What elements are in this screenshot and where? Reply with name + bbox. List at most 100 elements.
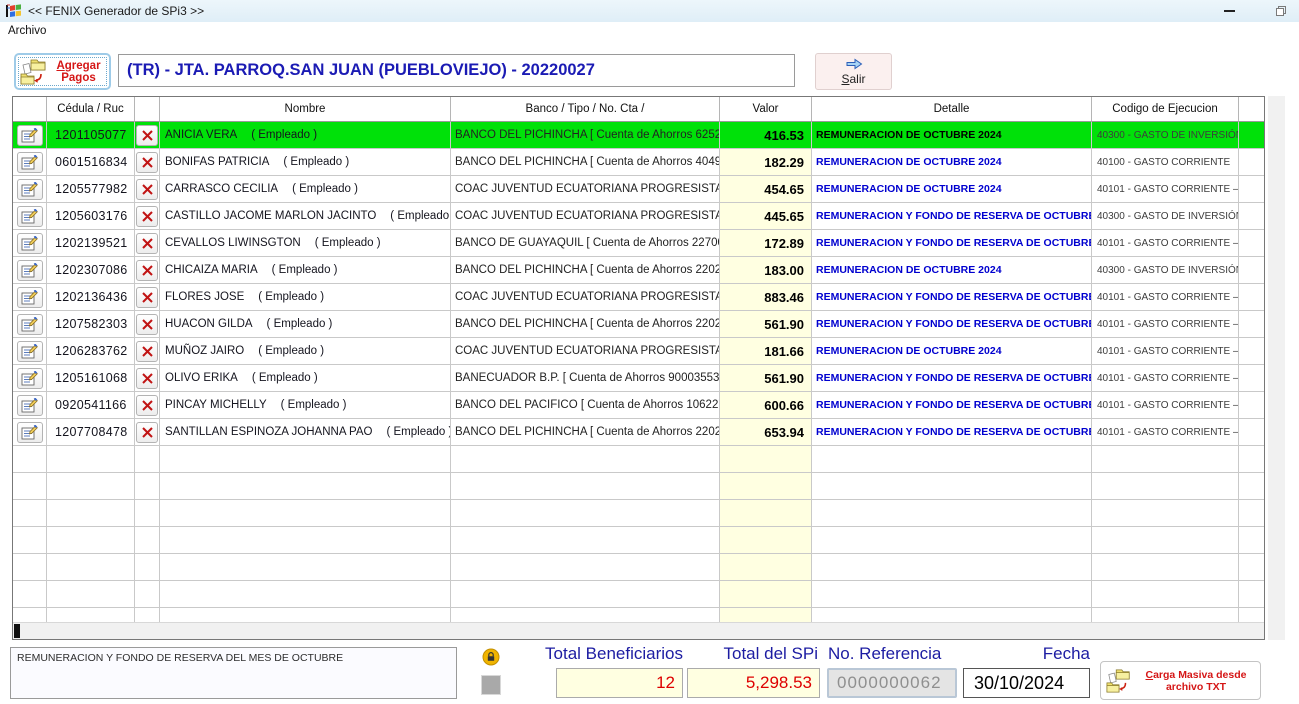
delete-row-button[interactable] — [136, 422, 158, 443]
table-row[interactable]: 1202139521 CEVALLOS LIWINSGTON ( Emplead… — [13, 230, 1264, 257]
filler-cell — [1239, 392, 1264, 419]
agregar-pagos-button[interactable]: Agregar Pagos — [14, 53, 111, 90]
table-row[interactable]: 1202136436 FLORES JOSE ( Empleado ) COAC… — [13, 284, 1264, 311]
edit-icon — [21, 128, 38, 143]
valor-cell: 416.53 — [720, 122, 812, 149]
edit-icon — [21, 317, 38, 332]
horizontal-scrollbar[interactable] — [13, 622, 1265, 639]
table-row[interactable]: 1205603176 CASTILLO JACOME MARLON JACINT… — [13, 203, 1264, 230]
delete-row-button[interactable] — [136, 260, 158, 281]
detalle-cell: REMUNERACION DE OCTUBRE 2024 — [812, 338, 1092, 365]
filler-cell — [1239, 338, 1264, 365]
delete-row-button[interactable] — [136, 287, 158, 308]
edit-row-button[interactable] — [17, 287, 43, 308]
lock-button[interactable] — [482, 648, 500, 666]
cedula-cell: 1205577982 — [47, 176, 135, 203]
delete-row-button[interactable] — [136, 395, 158, 416]
banco-cell: COAC JUVENTUD ECUATORIANA PROGRESISTA LT… — [451, 176, 720, 203]
table-row[interactable]: 0601516834 BONIFAS PATRICIA ( Empleado )… — [13, 149, 1264, 176]
cedula-cell: 0601516834 — [47, 149, 135, 176]
table-row[interactable]: 1205161068 OLIVO ERIKA ( Empleado ) BANE… — [13, 365, 1264, 392]
codigo-cell: 40101 - GASTO CORRIENTE – SUELDOS — [1092, 392, 1239, 419]
horizontal-scrollbar-thumb[interactable] — [14, 624, 20, 638]
header-cedula: Cédula / Ruc — [47, 97, 135, 122]
detalle-cell: REMUNERACION Y FONDO DE RESERVA DE OCTUB… — [812, 311, 1092, 338]
minimize-button[interactable] — [1208, 0, 1250, 22]
detalle-cell: REMUNERACION Y FONDO DE RESERVA DE OCTUB… — [812, 230, 1092, 257]
carga-masiva-label: Carga Masiva desde archivo TXT — [1137, 669, 1255, 693]
delete-row-button[interactable] — [136, 341, 158, 362]
edit-icon — [21, 425, 38, 440]
edit-icon — [21, 398, 38, 413]
exit-arrow-icon — [844, 57, 864, 71]
delete-row-button[interactable] — [136, 368, 158, 389]
delete-row-button[interactable] — [136, 152, 158, 173]
table-row[interactable]: 1207582303 HUACON GILDA ( Empleado ) BAN… — [13, 311, 1264, 338]
delete-cell — [135, 203, 160, 230]
fecha-field[interactable]: 30/10/2024 — [963, 668, 1090, 698]
valor-cell: 445.65 — [720, 203, 812, 230]
edit-row-button[interactable] — [17, 233, 43, 254]
tipo-text: ( Empleado ) — [390, 210, 451, 222]
restore-icon — [1275, 5, 1287, 17]
header-filler — [1239, 97, 1264, 122]
table-row[interactable]: 1206283762 MUÑOZ JAIRO ( Empleado ) COAC… — [13, 338, 1264, 365]
nombre-text: CASTILLO JACOME MARLON JACINTO — [165, 210, 376, 222]
delete-row-button[interactable] — [136, 314, 158, 335]
edit-row-button[interactable] — [17, 125, 43, 146]
detalle-cell: REMUNERACION DE OCTUBRE 2024 — [812, 122, 1092, 149]
edit-row-button[interactable] — [17, 341, 43, 362]
valor-cell: 883.46 — [720, 284, 812, 311]
edit-cell — [13, 365, 47, 392]
edit-row-button[interactable] — [17, 206, 43, 227]
header-edit-col — [13, 97, 47, 122]
menu-archivo[interactable]: Archivo — [0, 25, 54, 37]
delete-cell — [135, 122, 160, 149]
edit-icon — [21, 209, 38, 224]
tipo-text: ( Empleado ) — [292, 183, 358, 195]
table-row[interactable]: 1207708478 SANTILLAN ESPINOZA JOHANNA PA… — [13, 419, 1264, 446]
referencia-field[interactable]: 0000000062 — [827, 668, 957, 698]
banco-cell: BANCO DEL PICHINCHA [ Cuenta de Ahorros … — [451, 257, 720, 284]
filler-cell — [1239, 311, 1264, 338]
edit-row-button[interactable] — [17, 368, 43, 389]
nombre-cell: PINCAY MICHELLY ( Empleado ) — [160, 392, 451, 419]
nombre-cell: FLORES JOSE ( Empleado ) — [160, 284, 451, 311]
salir-button[interactable]: Salir — [815, 53, 892, 90]
description-field[interactable]: REMUNERACION Y FONDO DE RESERVA DEL MES … — [10, 647, 457, 699]
carga-masiva-button[interactable]: Carga Masiva desde archivo TXT — [1100, 661, 1261, 700]
delete-icon — [141, 129, 154, 142]
color-swatch-button[interactable] — [481, 675, 501, 695]
window-title: << FENIX Generador de SPi3 >> — [28, 4, 204, 18]
nombre-cell: CARRASCO CECILIA ( Empleado ) — [160, 176, 451, 203]
edit-row-button[interactable] — [17, 395, 43, 416]
filler-cell — [1239, 257, 1264, 284]
detalle-cell: REMUNERACION Y FONDO DE RESERVA DE OCTUB… — [812, 392, 1092, 419]
nombre-cell: MUÑOZ JAIRO ( Empleado ) — [160, 338, 451, 365]
edit-row-button[interactable] — [17, 179, 43, 200]
valor-cell: 454.65 — [720, 176, 812, 203]
nombre-cell: CHICAIZA MARIA ( Empleado ) — [160, 257, 451, 284]
nombre-text: BONIFAS PATRICIA — [165, 156, 269, 168]
edit-row-button[interactable] — [17, 260, 43, 281]
detalle-cell: REMUNERACION DE OCTUBRE 2024 — [812, 257, 1092, 284]
total-spi-value: 5,298.53 — [687, 668, 820, 698]
delete-icon — [141, 210, 154, 223]
empty-table-row — [13, 473, 1264, 500]
table-row[interactable]: 1205577982 CARRASCO CECILIA ( Empleado )… — [13, 176, 1264, 203]
edit-row-button[interactable] — [17, 422, 43, 443]
edit-row-button[interactable] — [17, 152, 43, 173]
delete-row-button[interactable] — [136, 179, 158, 200]
empty-table-row — [13, 446, 1264, 473]
vertical-scrollbar[interactable] — [1268, 96, 1285, 640]
edit-row-button[interactable] — [17, 314, 43, 335]
delete-row-button[interactable] — [136, 233, 158, 254]
table-row[interactable]: 1202307086 CHICAIZA MARIA ( Empleado ) B… — [13, 257, 1264, 284]
restore-button[interactable] — [1260, 0, 1299, 22]
table-row[interactable]: 1201105077 ANICIA VERA ( Empleado ) BANC… — [13, 122, 1264, 149]
table-row[interactable]: 0920541166 PINCAY MICHELLY ( Empleado ) … — [13, 392, 1264, 419]
banco-cell: BANECUADOR B.P. [ Cuenta de Ahorros 9000… — [451, 365, 720, 392]
empty-table-row — [13, 554, 1264, 581]
delete-row-button[interactable] — [136, 125, 158, 146]
delete-row-button[interactable] — [136, 206, 158, 227]
